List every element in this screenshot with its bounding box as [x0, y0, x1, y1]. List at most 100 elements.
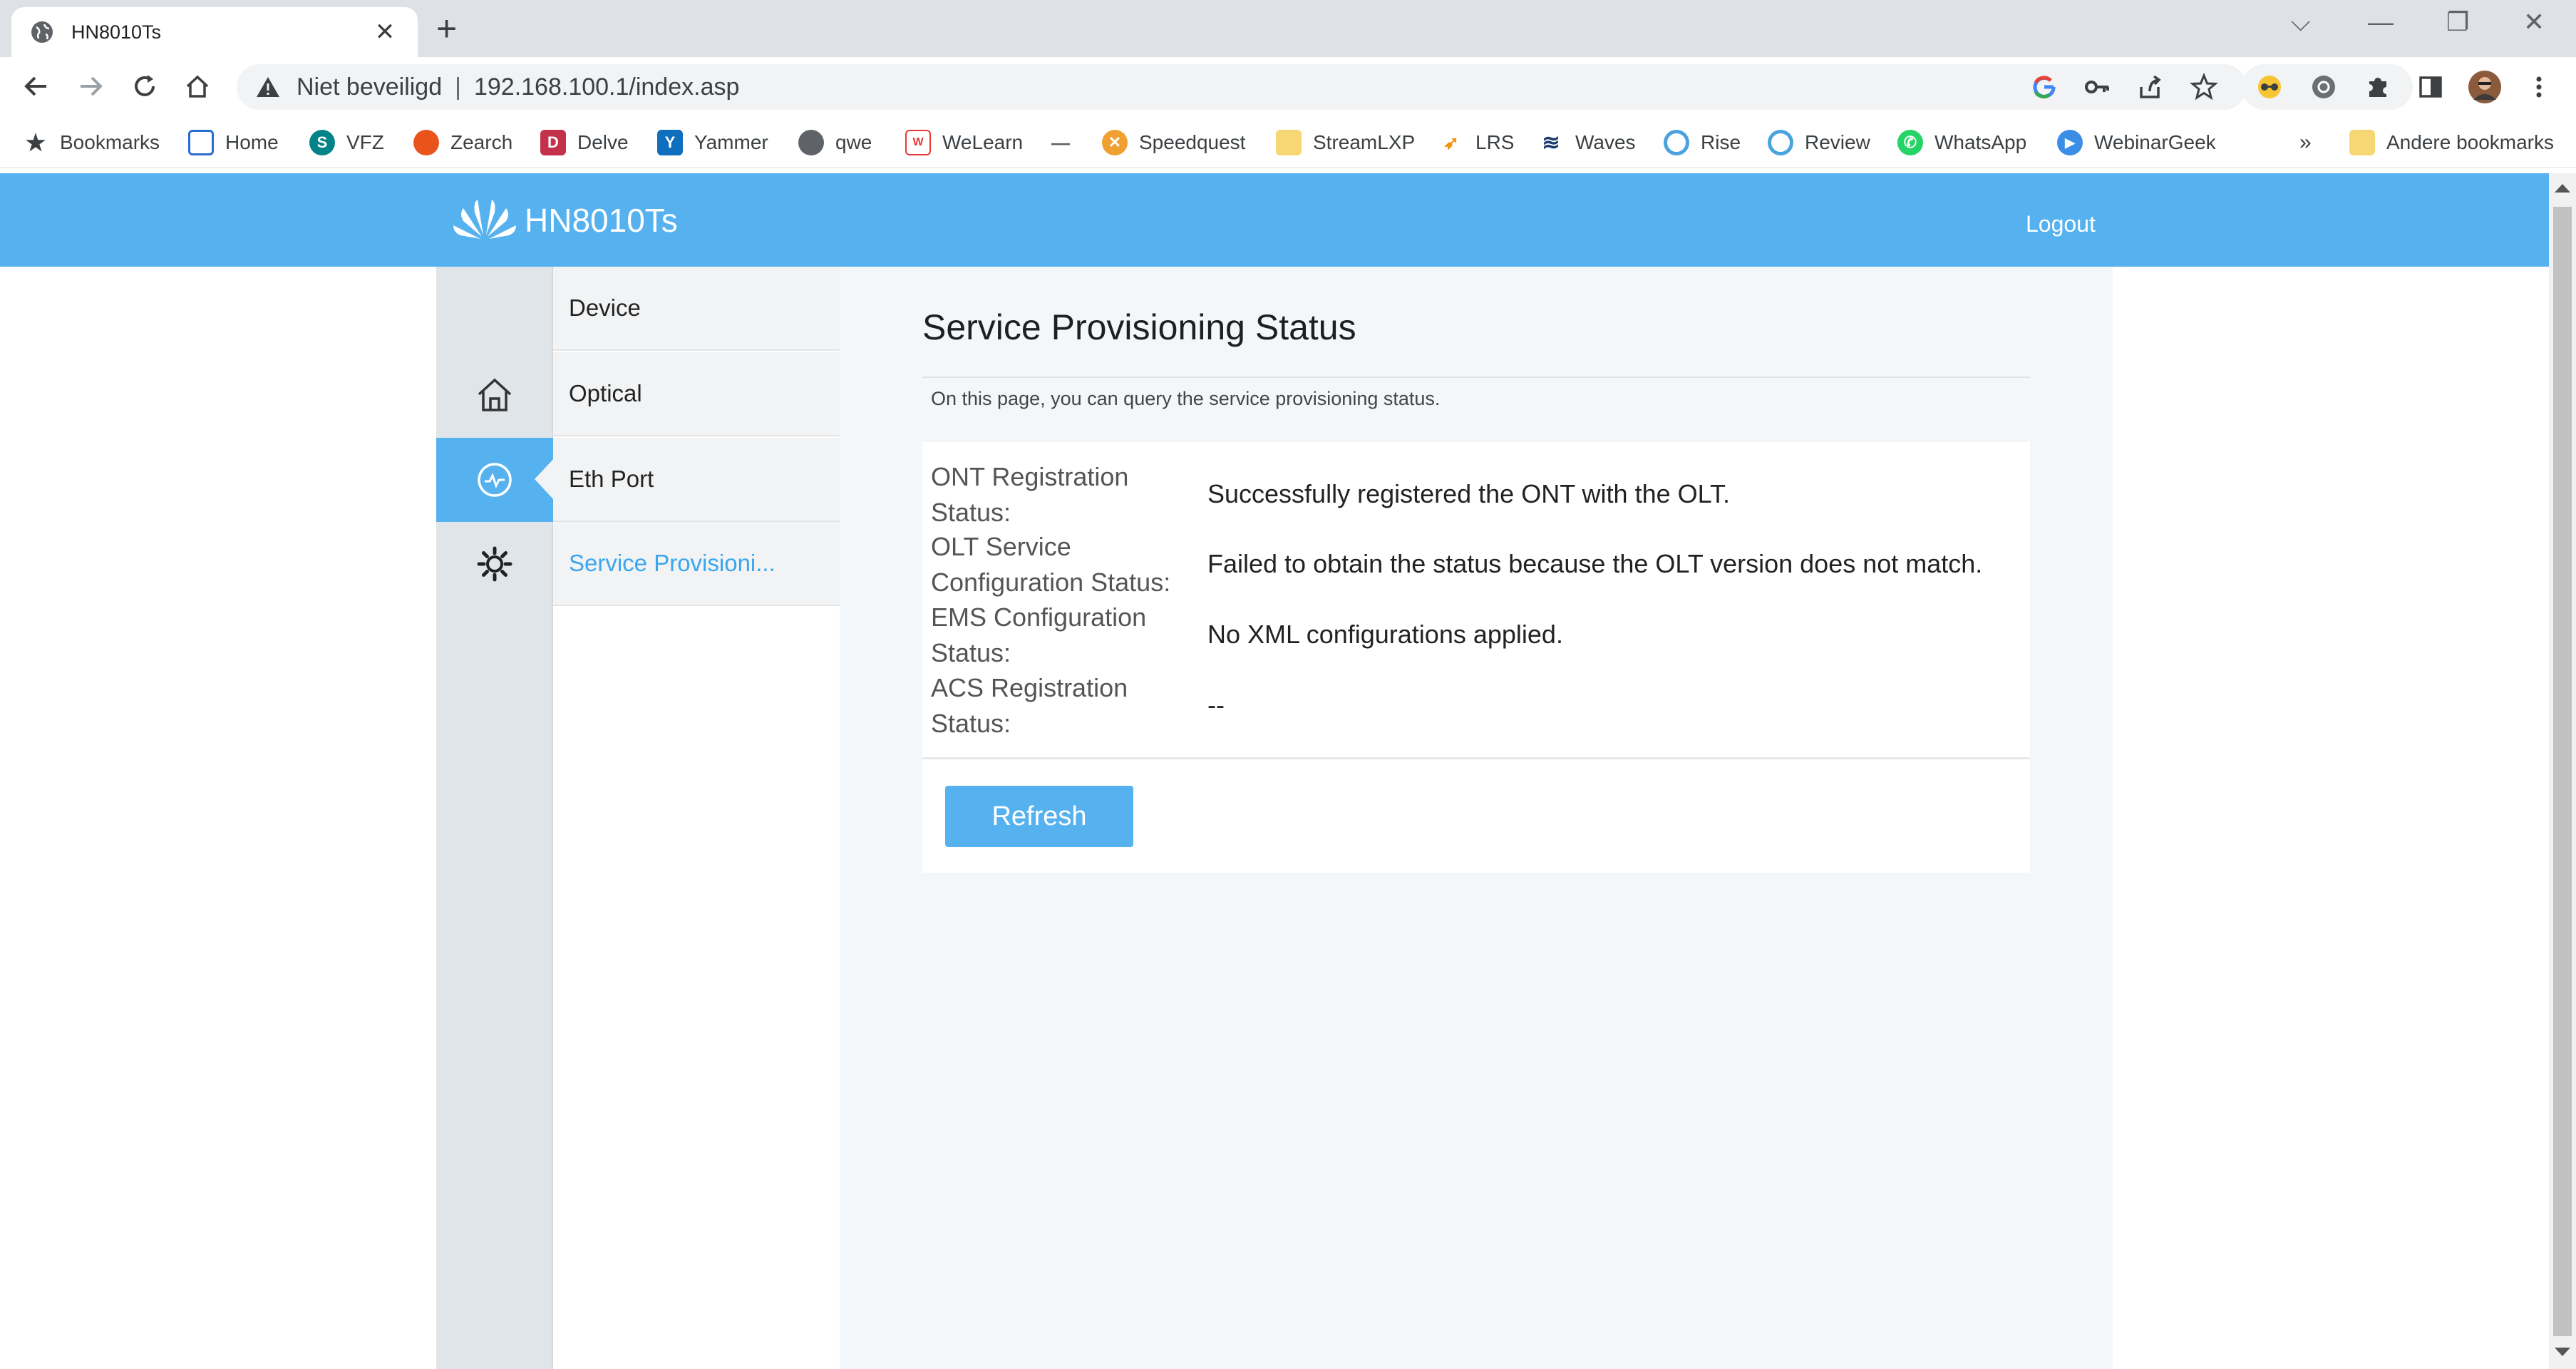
bookmark-whatsapp[interactable]: ✆ WhatsApp — [1897, 127, 2026, 158]
panel-divider — [922, 757, 2030, 759]
other-bookmarks[interactable]: Andere bookmarks — [2349, 127, 2554, 158]
new-tab-button[interactable]: + — [436, 10, 457, 47]
bookmark-welearn[interactable]: W WeLearn — [905, 127, 1023, 158]
menu-item-optical[interactable]: Optical — [553, 352, 840, 436]
forward-button[interactable] — [73, 68, 108, 104]
bookmark-delve[interactable]: D Delve — [540, 127, 629, 158]
reload-button[interactable] — [127, 68, 163, 104]
lrs-icon: ➶ — [1443, 131, 1459, 153]
status-label: ONT Registration Status: — [931, 462, 1129, 527]
back-button[interactable] — [19, 68, 54, 104]
bookmark-home[interactable]: Home — [188, 127, 279, 158]
bookmark-waves[interactable]: ≋ Waves — [1538, 127, 1635, 158]
side-panel-icon[interactable] — [2412, 68, 2449, 106]
scroll-up-icon[interactable] — [2555, 184, 2570, 193]
status-label: OLT Service Configuration Status: — [931, 532, 1171, 597]
status-submenu: Device Optical Eth Port Service Provisio… — [553, 267, 840, 1369]
globe-icon — [31, 21, 53, 43]
whatsapp-icon: ✆ — [1897, 130, 1923, 155]
puzzle-icon[interactable] — [2359, 68, 2396, 106]
home-grid-icon — [188, 130, 214, 155]
bookmark-unnamed[interactable]: — — [1048, 127, 1085, 158]
sidebar-settings[interactable] — [436, 522, 553, 606]
globe-icon — [798, 130, 824, 155]
google-icon[interactable] — [2026, 68, 2063, 106]
bookmark-zearch[interactable]: Zearch — [413, 127, 512, 158]
status-label: ACS Registration Status: — [931, 673, 1128, 738]
logout-link[interactable]: Logout — [2026, 211, 2096, 237]
minimize-icon[interactable]: — — [2368, 7, 2394, 37]
home-icon — [478, 378, 512, 411]
bookmark-qwe[interactable]: qwe — [798, 127, 872, 158]
bookmark-bookmarks[interactable]: ★ Bookmarks — [23, 127, 160, 158]
review-icon — [1768, 130, 1793, 155]
arrow-left-icon — [24, 76, 46, 96]
status-value: -- — [1207, 690, 1225, 719]
bookmark-rise[interactable]: Rise — [1664, 127, 1741, 158]
home-button[interactable] — [180, 68, 215, 104]
bookmark-streamlxp[interactable]: StreamLXP — [1276, 127, 1415, 158]
menu-icon[interactable] — [2520, 68, 2557, 106]
warning-icon[interactable] — [255, 75, 281, 99]
tab-search-icon[interactable]: ⌵ — [2291, 7, 2310, 38]
bookmark-vfz[interactable]: S VFZ — [309, 127, 384, 158]
home-icon — [186, 75, 209, 98]
folder-icon — [2349, 130, 2375, 155]
bookmark-lrs[interactable]: ➶ LRS — [1438, 127, 1514, 158]
close-tab-icon[interactable]: ✕ — [371, 18, 399, 46]
bookmark-speedquest[interactable]: ✕ Speedquest — [1102, 127, 1245, 158]
tab-title: HN8010Ts — [71, 21, 162, 43]
bookmark-review[interactable]: Review — [1768, 127, 1870, 158]
bookmarks-overflow-button[interactable]: » — [2299, 127, 2312, 158]
shield-extension-icon[interactable] — [2305, 68, 2342, 106]
page-title: Service Provisioning Status — [922, 307, 1356, 347]
active-menu-pointer — [535, 458, 555, 501]
address-bar[interactable]: Niet beveiligd | 192.168.100.1/index.asp — [237, 64, 2247, 110]
status-icon — [478, 463, 512, 497]
close-window-icon[interactable]: ✕ — [2523, 7, 2545, 37]
sidebar-home[interactable] — [436, 352, 553, 436]
router-header — [0, 173, 2549, 267]
sidebar-icon-rail — [436, 267, 553, 1369]
title-divider — [922, 376, 2030, 378]
yammer-icon: Y — [657, 130, 683, 155]
avatar[interactable] — [2466, 68, 2503, 106]
gear-icon — [477, 546, 512, 582]
waves-icon: ≋ — [1542, 130, 1560, 155]
arrow-right-icon — [81, 76, 103, 96]
welearn-icon: W — [905, 130, 931, 155]
rise-icon — [1664, 130, 1689, 155]
bookmark-yammer[interactable]: Y Yammer — [657, 127, 768, 158]
key-icon[interactable] — [2078, 68, 2116, 106]
status-value: No XML configurations applied. — [1207, 620, 1563, 649]
address-separator: | — [455, 73, 461, 101]
huawei-logo — [453, 200, 516, 239]
refresh-button[interactable]: Refresh — [945, 786, 1133, 847]
bookmark-webinargeek[interactable]: ▶ WebinarGeek — [2057, 127, 2216, 158]
webinargeek-icon: ▶ — [2057, 130, 2083, 155]
router-brand: HN8010Ts — [525, 202, 678, 239]
delve-icon: D — [540, 130, 566, 155]
page-description: On this page, you can query the service … — [931, 388, 1441, 409]
browser-tab[interactable]: HN8010Ts ✕ — [11, 7, 418, 57]
menu-item-service-provisioning[interactable]: Service Provisioni... — [553, 522, 840, 606]
share-icon[interactable] — [2131, 68, 2168, 106]
url-text[interactable]: 192.168.100.1/index.asp — [474, 73, 739, 101]
security-status[interactable]: Niet beveiligd — [297, 73, 442, 101]
dash-icon: — — [1051, 131, 1070, 153]
scrollbar-thumb[interactable] — [2553, 207, 2572, 1336]
status-value: Failed to obtain the status because the … — [1207, 549, 1983, 578]
reload-icon — [135, 75, 155, 96]
menu-item-device[interactable]: Device — [553, 267, 840, 351]
restore-icon[interactable]: ❐ — [2446, 7, 2469, 37]
scroll-down-icon[interactable] — [2555, 1348, 2570, 1356]
star-icon[interactable] — [2185, 68, 2222, 106]
star-icon: ★ — [25, 130, 46, 155]
menu-item-eth-port[interactable]: Eth Port — [553, 438, 840, 522]
status-label: EMS Configuration Status: — [931, 603, 1147, 667]
sharepoint-icon: S — [309, 130, 335, 155]
zearch-icon — [413, 130, 439, 155]
glasses-extension-icon[interactable] — [2251, 68, 2288, 106]
status-value: Successfully registered the ONT with the… — [1207, 479, 1730, 508]
folder-icon — [1276, 130, 1302, 155]
